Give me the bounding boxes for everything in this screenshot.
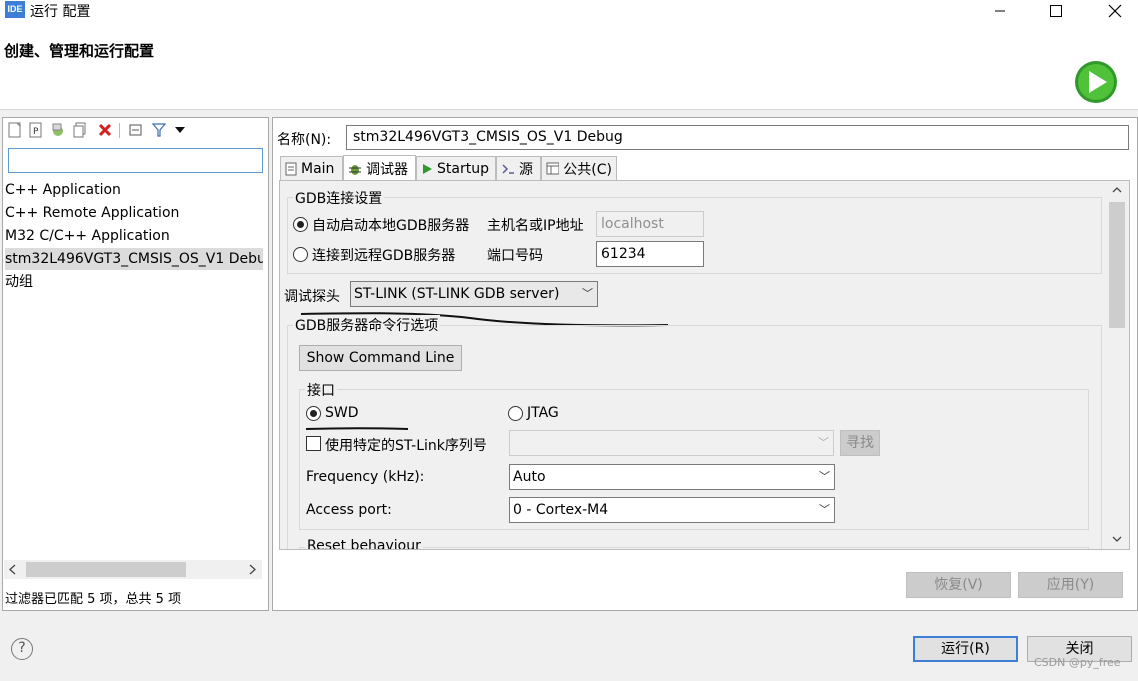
access-port-select[interactable]: 0 - Cortex-M4 ﹀	[509, 497, 835, 523]
remote-gdb-radio[interactable]	[293, 247, 308, 262]
filter-status-text: 过滤器已匹配 5 项，总共 5 项	[5, 592, 182, 607]
frequency-select[interactable]: Auto ﹀	[509, 464, 835, 490]
minimize-icon	[995, 10, 1005, 12]
tree-item-stm32-cpp-application[interactable]: M32 C/C++ Application	[5, 225, 263, 247]
window-title: 运行 配置	[30, 4, 91, 20]
tab-startup[interactable]: Startup	[416, 156, 496, 180]
run-config-icon	[1068, 40, 1138, 112]
debug-probe-select[interactable]: ST-LINK (ST-LINK GDB server) ﹀	[350, 281, 598, 307]
source-lookup-icon	[502, 163, 514, 174]
stlink-serial-select[interactable]: ﹀	[509, 430, 834, 456]
export-config-icon[interactable]	[50, 122, 66, 138]
debug-probe-value: ST-LINK (ST-LINK GDB server)	[354, 286, 560, 302]
host-label: 主机名或IP地址	[487, 218, 584, 234]
horizontal-scroll-thumb[interactable]	[26, 562, 186, 577]
horizontal-scrollbar[interactable]	[4, 560, 262, 579]
close-icon	[1108, 4, 1122, 18]
name-label: 名称(N):	[277, 132, 332, 148]
port-label: 端口号码	[487, 248, 543, 264]
tab-startup-label: Startup	[437, 160, 489, 177]
new-prototype-icon[interactable]: P	[28, 122, 44, 138]
chevron-down-icon: ﹀	[582, 287, 593, 300]
reset-behaviour-title: Reset behaviour	[305, 538, 423, 549]
maximize-icon	[1050, 5, 1062, 17]
frequency-value: Auto	[513, 469, 546, 485]
maximize-button[interactable]	[1033, 0, 1079, 22]
debugger-bug-icon	[349, 164, 361, 175]
vertical-scrollbar[interactable]	[1107, 182, 1127, 548]
tab-debugger[interactable]: 调试器	[343, 155, 416, 181]
new-config-icon[interactable]	[7, 122, 23, 138]
specific-stlink-serial-checkbox[interactable]	[306, 436, 321, 451]
gdb-server-options-title: GDB服务器命令行选项	[293, 315, 441, 335]
remote-gdb-label: 连接到远程GDB服务器	[312, 248, 456, 264]
specific-stlink-serial-label: 使用特定的ST-Link序列号	[325, 438, 487, 454]
startup-play-icon	[423, 163, 432, 174]
view-menu-chevron-down-icon[interactable]	[175, 126, 185, 134]
jtag-label: JTAG	[527, 405, 559, 421]
gdb-connection-group-title: GDB连接设置	[293, 188, 385, 208]
tree-item-cpp-remote-application[interactable]: C++ Remote Application	[5, 202, 263, 224]
scroll-left-icon[interactable]	[8, 564, 16, 575]
header-title: 创建、管理和运行配置	[4, 42, 155, 60]
host-input[interactable]: localhost	[596, 211, 704, 237]
minimize-button[interactable]	[977, 0, 1023, 22]
tree-item-launch-group[interactable]: 动组	[5, 271, 263, 293]
tab-common-label: 公共(C)	[563, 161, 612, 178]
title-bar: IDE 运行 配置	[0, 0, 1138, 22]
debug-probe-label: 调试探头	[284, 289, 340, 305]
tab-source-label: 源	[519, 161, 533, 178]
filter-input[interactable]	[8, 148, 263, 173]
jtag-radio[interactable]	[508, 406, 523, 421]
svg-text:P: P	[33, 127, 39, 137]
tab-source[interactable]: 源	[496, 156, 541, 180]
ide-app-icon: IDE	[5, 1, 25, 18]
interface-group-title: 接口	[305, 380, 337, 400]
scroll-down-icon[interactable]	[1112, 535, 1122, 543]
revert-button[interactable]: 恢复(V)	[906, 572, 1011, 598]
toolbar-divider	[119, 123, 120, 138]
debugger-tab-content: GDB连接设置 自动启动本地GDB服务器 主机名或IP地址 localhost …	[279, 180, 1130, 550]
tab-common[interactable]: 公共(C)	[541, 156, 617, 180]
access-port-value: 0 - Cortex-M4	[513, 502, 609, 518]
frequency-label: Frequency (kHz):	[306, 469, 425, 485]
hand-drawn-underline-swd	[305, 427, 409, 430]
chevron-down-icon: ﹀	[818, 436, 829, 449]
scroll-right-icon[interactable]	[249, 564, 257, 575]
delete-config-icon[interactable]	[97, 122, 113, 138]
duplicate-config-icon[interactable]	[72, 122, 88, 138]
show-command-line-button[interactable]: Show Command Line	[299, 345, 462, 371]
swd-radio[interactable]	[306, 406, 321, 421]
help-icon[interactable]: ?	[11, 638, 33, 660]
scan-button[interactable]: 寻找	[840, 430, 880, 456]
port-input[interactable]: 61234	[596, 241, 704, 267]
swd-label: SWD	[325, 405, 359, 421]
watermark-text: CSDN @py_free	[1034, 656, 1121, 669]
dialog-header: 创建、管理和运行配置	[0, 22, 1138, 110]
auto-start-gdb-label: 自动启动本地GDB服务器	[312, 218, 470, 234]
chevron-down-icon: ﹀	[819, 470, 830, 483]
tree-item-selected-debug-config[interactable]: stm32L496VGT3_CMSIS_OS_V1 Debug	[5, 248, 263, 270]
filter-icon[interactable]	[151, 122, 167, 138]
tab-main[interactable]: Main	[280, 156, 343, 180]
tab-main-label: Main	[301, 160, 335, 177]
chevron-down-icon: ﹀	[819, 503, 830, 516]
close-window-button[interactable]	[1092, 0, 1138, 22]
config-name-input[interactable]: stm32L496VGT3_CMSIS_OS_V1 Debug	[346, 125, 1129, 150]
scroll-up-icon[interactable]	[1112, 186, 1122, 194]
apply-button[interactable]: 应用(Y)	[1018, 572, 1123, 598]
access-port-label: Access port:	[306, 502, 392, 518]
main-tab-icon	[285, 162, 297, 175]
common-tab-icon	[546, 162, 560, 175]
collapse-all-icon[interactable]	[128, 122, 144, 138]
auto-start-gdb-radio[interactable]	[293, 217, 308, 232]
tree-item-cpp-application[interactable]: C++ Application	[5, 179, 263, 201]
tab-debugger-label: 调试器	[366, 161, 408, 178]
run-button[interactable]: 运行(R)	[913, 636, 1018, 662]
vertical-scroll-thumb[interactable]	[1109, 202, 1125, 328]
